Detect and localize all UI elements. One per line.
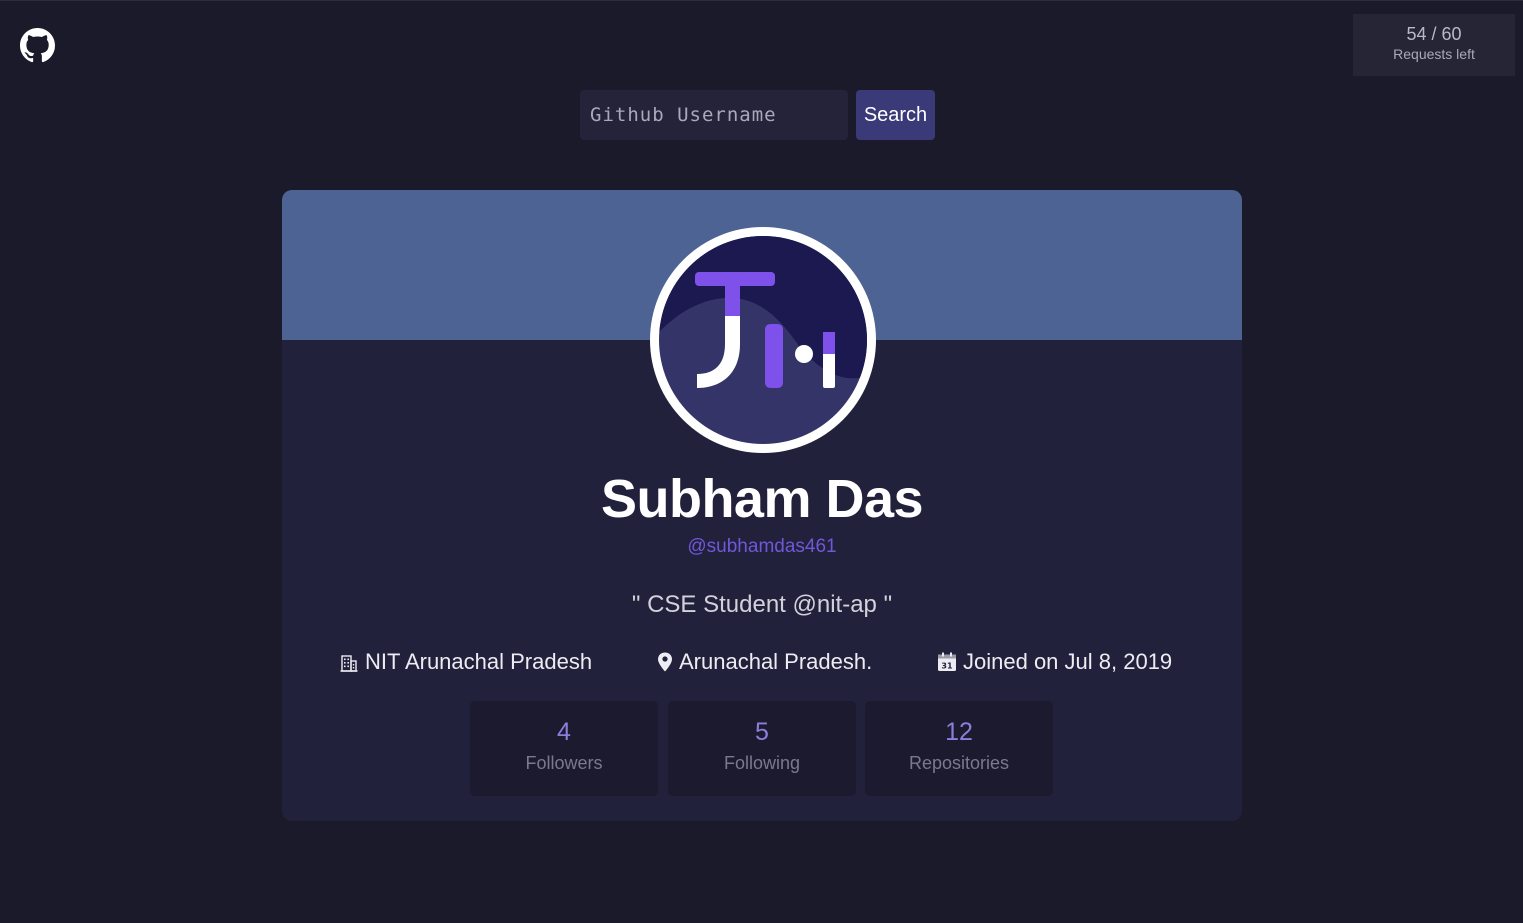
profile-name: Subham Das: [600, 469, 924, 529]
avatar-logo: [659, 236, 867, 444]
company-label: NIT Arunachal Pradesh: [365, 649, 593, 674]
repositories-stat[interactable]: 12 Repositories: [865, 701, 1053, 796]
profile-card: Subham Das @subhamdas461 " CSE Student @…: [282, 190, 1242, 821]
following-stat[interactable]: 5 Following: [668, 701, 856, 796]
rate-limit-label: Requests left: [1393, 46, 1475, 62]
profile-company: NIT Arunachal Pradesh: [339, 649, 592, 675]
stat-value: 12: [945, 718, 973, 746]
search-button[interactable]: Search: [856, 90, 935, 140]
profile-username[interactable]: @subhamdas461: [282, 536, 1242, 558]
stat-label: Following: [723, 753, 801, 773]
stat-value: 4: [557, 718, 571, 746]
github-icon[interactable]: [20, 28, 55, 63]
location-pin-icon: [658, 652, 672, 672]
stat-label: Repositories: [908, 753, 1010, 773]
location-label: Arunachal Pradesh.: [679, 649, 873, 674]
profile-joined: 31 Joined on Jul 8, 2019: [937, 649, 1172, 675]
followers-stat[interactable]: 4 Followers: [470, 701, 658, 796]
calendar-day: 31: [941, 662, 953, 671]
stat-value: 5: [755, 718, 769, 746]
calendar-icon: 31: [938, 652, 956, 671]
joined-label: Joined on Jul 8, 2019: [963, 649, 1173, 674]
building-icon: [340, 655, 358, 672]
avatar: [650, 227, 876, 453]
rate-limit-box: 54 / 60 Requests left: [1353, 14, 1515, 76]
rate-limit-count: 54 / 60: [1406, 24, 1462, 44]
profile-bio: " CSE Student @nit-ap ": [631, 591, 893, 618]
stat-label: Followers: [525, 753, 603, 773]
profile-location: Arunachal Pradesh.: [657, 649, 872, 675]
search-input[interactable]: [580, 90, 848, 140]
